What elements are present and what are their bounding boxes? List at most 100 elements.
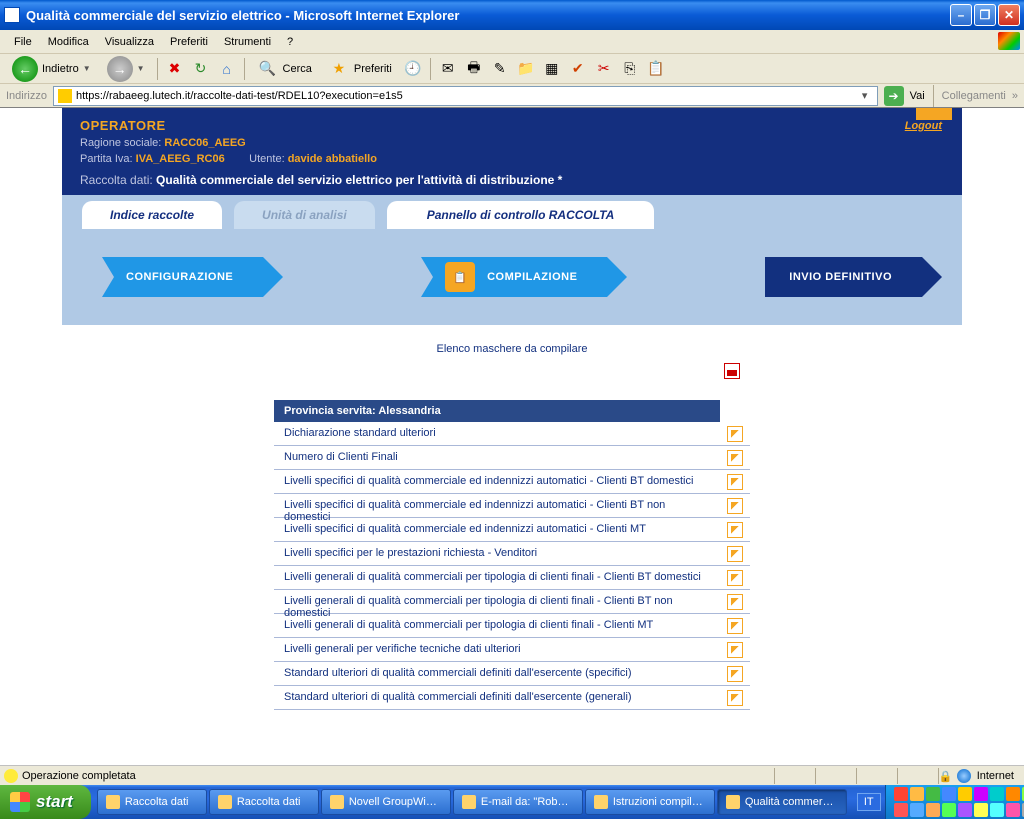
forward-icon: → <box>107 56 133 82</box>
mask-link[interactable]: Dichiarazione standard ulteriori <box>274 422 720 446</box>
tab-indice[interactable]: Indice raccolte <box>82 201 222 229</box>
taskbar-item-icon <box>218 795 232 809</box>
edit-icon <box>727 618 743 634</box>
mask-link[interactable]: Livelli generali per verifiche tecniche … <box>274 638 720 662</box>
logout-link[interactable]: Logout <box>905 120 942 132</box>
mask-link[interactable]: Standard ulteriori di qualità commercial… <box>274 662 720 686</box>
taskbar-item[interactable]: E-mail da: "Roberto... <box>453 789 583 815</box>
lock-icon: 🔒 <box>939 770 951 782</box>
table-header: Provincia servita: Alessandria <box>274 400 720 422</box>
taskbar-item[interactable]: Qualità commerciale... <box>717 789 847 815</box>
mask-link[interactable]: Livelli specifici di qualità commerciale… <box>274 518 720 542</box>
edit-cell[interactable] <box>720 662 750 686</box>
folder-button[interactable]: 📁 <box>515 58 537 80</box>
taskbar-item[interactable]: Novell GroupWise C... <box>321 789 451 815</box>
close-button[interactable]: ✕ <box>998 4 1020 26</box>
address-dropdown-icon[interactable]: ▾ <box>857 89 873 102</box>
menu-strumenti[interactable]: Strumenti <box>216 33 279 51</box>
taskbar-item-label: Istruzioni compilazio... <box>613 796 706 808</box>
edit-icon <box>727 522 743 538</box>
edit-cell[interactable] <box>720 614 750 638</box>
forward-button[interactable]: → ▼ <box>101 54 151 84</box>
piva-value: IVA_AEEG_RC06 <box>136 153 225 165</box>
refresh-button[interactable]: ↻ <box>190 58 212 80</box>
back-button[interactable]: ← Indietro ▼ <box>6 54 97 84</box>
tab-pannello[interactable]: Pannello di controllo RACCOLTA <box>387 201 655 229</box>
edit-cell[interactable] <box>720 686 750 710</box>
menu-help[interactable]: ? <box>279 33 301 51</box>
mask-link[interactable]: Standard ulteriori di qualità commercial… <box>274 686 720 710</box>
status-icon <box>4 769 18 783</box>
menu-file[interactable]: File <box>6 33 40 51</box>
mask-link[interactable]: Livelli generali di qualità commerciali … <box>274 614 720 638</box>
edit-icon <box>727 594 743 610</box>
paste-button[interactable]: 📋 <box>645 58 667 80</box>
edit-button[interactable]: ✎ <box>489 58 511 80</box>
search-button[interactable]: 🔍 Cerca <box>251 56 318 82</box>
step-compilazione[interactable]: 📋COMPILAZIONE <box>421 257 607 297</box>
step-configurazione[interactable]: CONFIGURAZIONE <box>102 257 263 297</box>
edit-cell[interactable] <box>720 590 750 614</box>
raccolta-label: Raccolta dati: <box>80 173 153 187</box>
edit-cell[interactable] <box>720 470 750 494</box>
links-label[interactable]: Collegamenti <box>942 90 1006 102</box>
edit-cell[interactable] <box>720 518 750 542</box>
zone-text: Internet <box>977 770 1014 782</box>
edit-cell[interactable] <box>720 566 750 590</box>
table-row: Livelli specifici di qualità commerciale… <box>274 494 750 518</box>
taskbar-item[interactable]: Istruzioni compilazio... <box>585 789 715 815</box>
address-input[interactable]: https://rabaeeg.lutech.it/raccolte-dati-… <box>53 86 878 106</box>
maximize-button[interactable]: ❐ <box>974 4 996 26</box>
logout-icon <box>916 108 952 120</box>
mask-link[interactable]: Numero di Clienti Finali <box>274 446 720 470</box>
edit-icon <box>727 426 743 442</box>
taskbar-item-icon <box>726 795 740 809</box>
edit-cell[interactable] <box>720 422 750 446</box>
taskbar-item[interactable]: Raccolta dati <box>209 789 319 815</box>
taskbar-item-icon <box>330 795 344 809</box>
taskbar: start Raccolta datiRaccolta datiNovell G… <box>0 785 1024 819</box>
edit-cell[interactable] <box>720 638 750 662</box>
go-button[interactable]: ➔ <box>884 86 904 106</box>
tray-icons[interactable] <box>894 787 1024 817</box>
ie-logo-icon <box>998 32 1020 50</box>
research-button[interactable]: ✔ <box>567 58 589 80</box>
utente-label: Utente: <box>249 153 284 165</box>
start-button[interactable]: start <box>0 785 91 819</box>
taskbar-item[interactable]: Raccolta dati <box>97 789 207 815</box>
taskbar-item-icon <box>462 795 476 809</box>
discuss-button[interactable]: ▦ <box>541 58 563 80</box>
copy-button[interactable]: ⎘ <box>619 58 641 80</box>
mask-link[interactable]: Livelli specifici per le prestazioni ric… <box>274 542 720 566</box>
tab-unita[interactable]: Unità di analisi <box>234 201 375 229</box>
app-icon <box>4 7 20 23</box>
edit-icon <box>727 570 743 586</box>
mask-link[interactable]: Livelli specifici di qualità commerciale… <box>274 470 720 494</box>
edit-cell[interactable] <box>720 494 750 518</box>
table-row: Livelli specifici per le prestazioni ric… <box>274 542 750 566</box>
mask-link[interactable]: Livelli generali di qualità commerciali … <box>274 590 720 614</box>
menu-modifica[interactable]: Modifica <box>40 33 97 51</box>
cut-button[interactable]: ✂ <box>593 58 615 80</box>
favorites-button[interactable]: ★ Preferiti <box>322 56 398 82</box>
media-button[interactable]: 🕘 <box>402 58 424 80</box>
taskbar-item-icon <box>594 795 608 809</box>
menu-visualizza[interactable]: Visualizza <box>97 33 162 51</box>
tab-bar: Indice raccolte Unità di analisi Pannell… <box>62 195 962 229</box>
menu-preferiti[interactable]: Preferiti <box>162 33 216 51</box>
mail-button[interactable]: ✉ <box>437 58 459 80</box>
step-invio[interactable]: INVIO DEFINITIVO <box>765 257 922 297</box>
language-indicator[interactable]: IT <box>857 793 881 811</box>
search-icon: 🔍 <box>257 58 279 80</box>
edit-cell[interactable] <box>720 446 750 470</box>
mask-link[interactable]: Livelli specifici di qualità commerciale… <box>274 494 720 518</box>
mask-link[interactable]: Livelli generali di qualità commerciali … <box>274 566 720 590</box>
taskbar-items: Raccolta datiRaccolta datiNovell GroupWi… <box>91 785 853 819</box>
print-button[interactable]: 🖶 <box>463 58 485 80</box>
stop-button[interactable]: ✖ <box>164 58 186 80</box>
pdf-export-icon[interactable] <box>724 363 740 379</box>
minimize-button[interactable]: – <box>950 4 972 26</box>
edit-cell[interactable] <box>720 542 750 566</box>
home-button[interactable]: ⌂ <box>216 58 238 80</box>
content-viewport[interactable]: Logout OPERATORE Ragione sociale: RACC06… <box>0 108 1024 750</box>
